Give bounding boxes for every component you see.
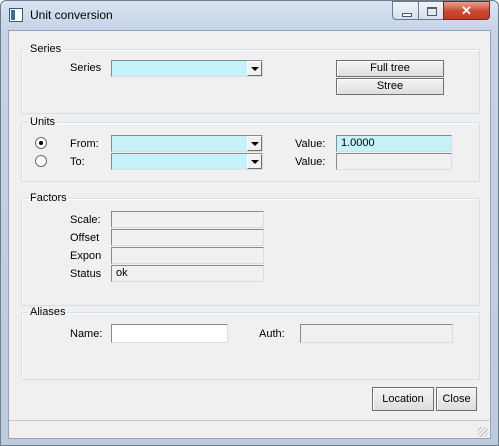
expon-field — [111, 247, 264, 264]
value-from-input[interactable]: 1.0000 — [336, 135, 452, 152]
value-from-label: Value: — [295, 138, 326, 150]
scale-label: Scale: — [70, 214, 101, 226]
minimize-button[interactable] — [392, 1, 419, 20]
to-label: To: — [70, 156, 85, 168]
name-label: Name: — [70, 328, 103, 340]
aliases-legend: Aliases — [30, 306, 66, 318]
chevron-down-icon[interactable] — [247, 61, 262, 76]
status-label: Status — [70, 268, 102, 280]
offset-label: Offset — [70, 232, 100, 244]
status-bar — [9, 420, 490, 439]
scale-field — [111, 211, 264, 228]
name-input[interactable] — [111, 324, 228, 343]
value-to-label: Value: — [295, 156, 326, 168]
factors-legend: Factors — [30, 192, 67, 204]
from-radio[interactable] — [35, 137, 47, 149]
maximize-button[interactable] — [418, 1, 444, 20]
to-unit-combo[interactable] — [111, 153, 263, 170]
to-radio[interactable] — [35, 155, 47, 167]
dialog-body: Series Series Full tree Stree Units From… — [8, 30, 491, 439]
resize-grip-icon[interactable] — [478, 427, 488, 437]
value-to-field — [336, 153, 452, 170]
close-icon: ✕ — [461, 3, 472, 18]
auth-field — [300, 324, 453, 343]
from-unit-combo[interactable] — [111, 135, 263, 152]
window-close-button[interactable]: ✕ — [443, 1, 490, 20]
stree-button[interactable]: Stree — [336, 78, 444, 95]
status-field: ok — [111, 265, 264, 282]
window-title: Unit conversion — [30, 8, 113, 22]
expon-label: Expon — [70, 250, 102, 262]
location-button[interactable]: Location — [372, 387, 434, 411]
title-bar[interactable]: Unit conversion ✕ — [1, 1, 498, 29]
units-legend: Units — [30, 116, 56, 128]
close-button[interactable]: Close — [436, 387, 477, 411]
app-icon[interactable] — [9, 8, 23, 22]
aliases-group: Aliases — [21, 306, 480, 380]
series-legend: Series — [30, 43, 62, 55]
auth-label: Auth: — [259, 328, 285, 340]
series-label: Series — [70, 62, 102, 74]
chevron-down-icon[interactable] — [247, 154, 262, 169]
from-label: From: — [70, 138, 99, 150]
chevron-down-icon[interactable] — [247, 136, 262, 151]
full-tree-button[interactable]: Full tree — [336, 60, 444, 77]
dialog-window: Unit conversion ✕ Series Series Full tre… — [0, 0, 499, 446]
offset-field — [111, 229, 264, 246]
series-combo[interactable] — [111, 60, 263, 77]
